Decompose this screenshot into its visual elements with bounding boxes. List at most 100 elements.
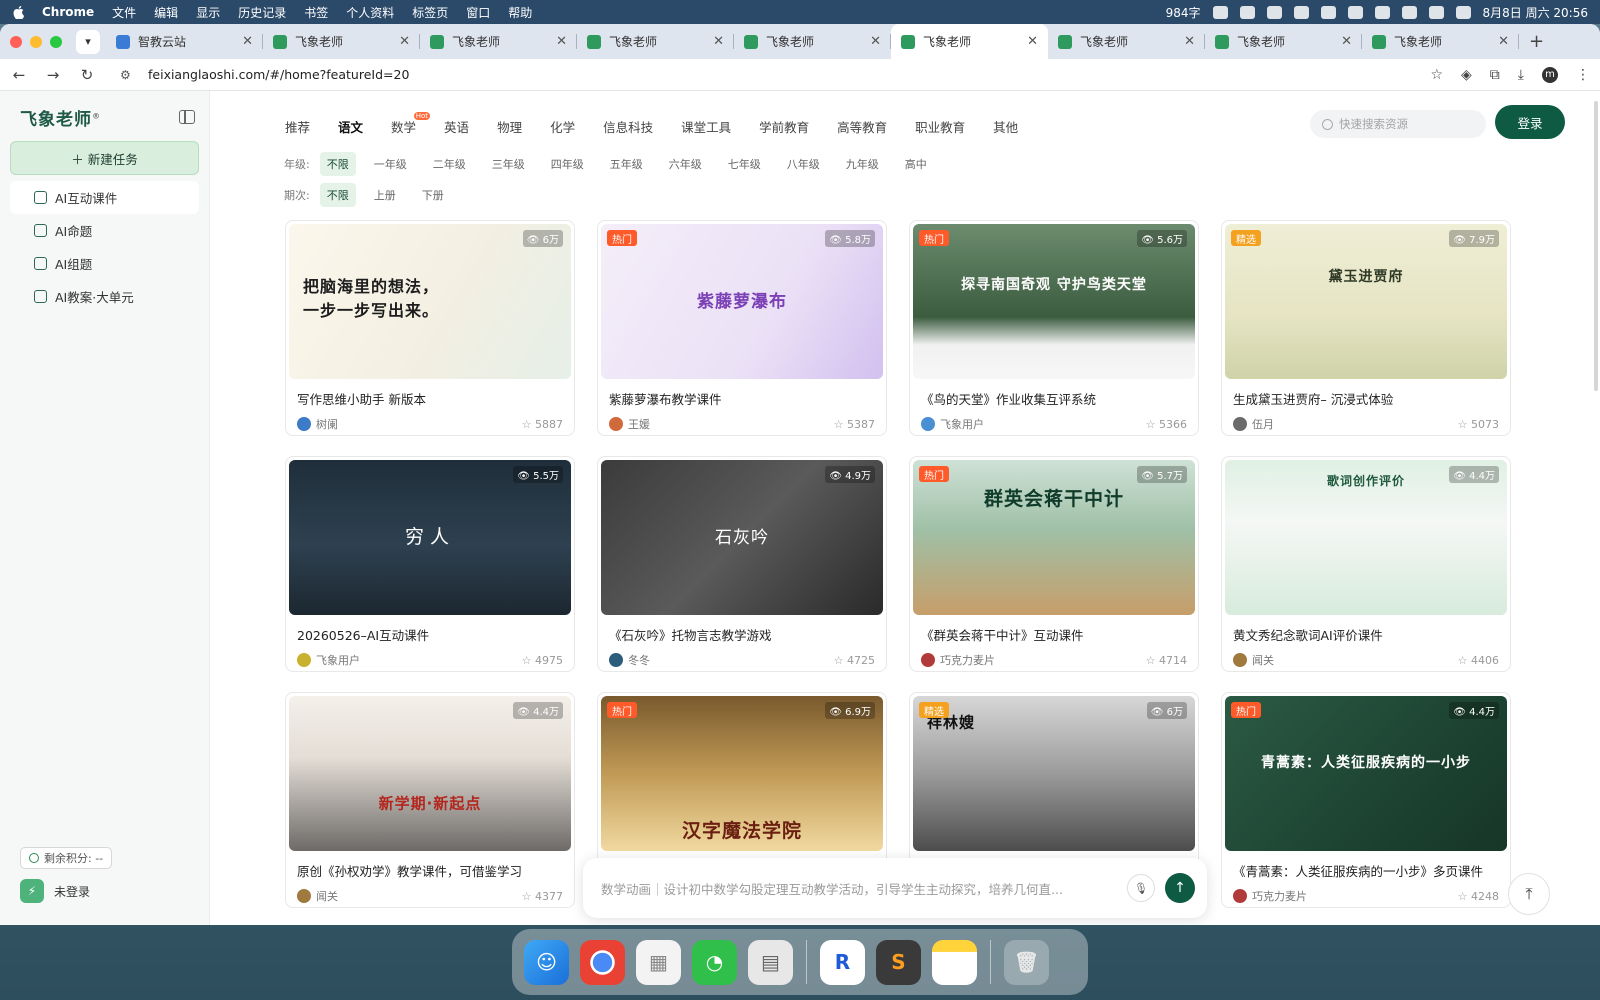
tab-math[interactable]: 数学 Hot <box>391 112 431 136</box>
card-thumbnail[interactable]: 探寻南国奇观 守护鸟类天堂 热门 👁 5.6万 <box>913 224 1195 379</box>
clock[interactable]: 8月8日 周六 20:56 <box>1483 4 1588 21</box>
card-title[interactable]: 《石灰吟》托物言志教学游戏 <box>609 625 875 644</box>
login-button[interactable]: 登录 <box>1495 105 1565 139</box>
wechat-status-icon[interactable] <box>1320 5 1336 19</box>
apple-logo-icon[interactable] <box>12 5 26 19</box>
forward-arrow-icon[interactable]: → <box>44 66 62 84</box>
card-thumbnail[interactable]: 紫藤萝瀑布 热门 👁 5.8万 <box>601 224 883 379</box>
tab-other[interactable]: 其他 <box>993 117 1018 136</box>
extensions-puzzle-icon[interactable]: ⧉ <box>1490 67 1500 83</box>
card-thumbnail[interactable]: 新学期·新起点 👁 4.4万 <box>289 696 571 851</box>
menu-window[interactable]: 窗口 <box>466 4 490 21</box>
card-author[interactable]: 树阑 <box>316 416 522 432</box>
menu-tabs[interactable]: 标签页 <box>412 4 448 21</box>
minimize-window-button[interactable] <box>30 35 42 48</box>
card-title[interactable]: 《青蒿素：人类征服疾病的一小步》多页课件 <box>1233 861 1499 880</box>
favorite-count[interactable]: ☆ 4377 <box>522 890 563 903</box>
courseware-card[interactable]: 群英会蒋干中计 热门 👁 5.7万 《群英会蒋干中计》互动课件 巧克力麦片 ☆ 4… <box>909 456 1199 672</box>
menu-history[interactable]: 历史记录 <box>238 4 286 21</box>
favorite-count[interactable]: ☆ 5887 <box>522 418 563 431</box>
tab-close-icon[interactable]: ✕ <box>1498 34 1509 49</box>
close-window-button[interactable] <box>10 35 22 48</box>
card-author[interactable]: 闻关 <box>1252 652 1458 668</box>
back-to-top-icon[interactable]: ⤒ <box>1508 873 1550 915</box>
browser-tab[interactable]: 智教云站 ✕ <box>106 24 263 59</box>
card-author[interactable]: 巧克力麦片 <box>1252 888 1458 904</box>
browser-tab-active[interactable]: 飞象老师 ✕ <box>891 24 1048 59</box>
spotlight-search-icon[interactable] <box>1428 5 1444 19</box>
microphone-icon[interactable]: 🎙 <box>1127 874 1155 902</box>
site-logo[interactable]: 飞象老师® <box>20 105 101 130</box>
tools-status-icon[interactable] <box>1293 5 1309 19</box>
wifi-icon[interactable] <box>1401 5 1417 19</box>
browser-tab[interactable]: 飞象老师 ✕ <box>1205 24 1362 59</box>
tab-close-icon[interactable]: ✕ <box>1184 34 1195 49</box>
sidebar-item-ai-lesson-plan[interactable]: AI教案·大单元 <box>10 280 199 313</box>
back-arrow-icon[interactable]: ← <box>10 66 28 84</box>
tab-close-icon[interactable]: ✕ <box>1027 34 1038 49</box>
grade-option[interactable]: 高中 <box>905 156 927 172</box>
courseware-card[interactable]: 把脑海里的想法，一步一步写出来。 👁 6万 写作思维小助手 新版本 树阑 ☆ 58… <box>285 220 575 436</box>
grade-option[interactable]: 九年级 <box>846 156 879 172</box>
sync-status-icon[interactable] <box>1347 5 1363 19</box>
courseware-card[interactable]: 穷人 👁 5.5万 20260526–AI互动课件 飞象用户 ☆ 4975 <box>285 456 575 672</box>
menu-edit[interactable]: 编辑 <box>154 4 178 21</box>
grade-option[interactable]: 八年级 <box>787 156 820 172</box>
tab-close-icon[interactable]: ✕ <box>1341 34 1352 49</box>
card-thumbnail[interactable]: 歌词创作评价 👁 4.4万 <box>1225 460 1507 615</box>
card-title[interactable]: 原创《孙权劝学》教学课件，可借鉴学习 <box>297 861 563 880</box>
grade-option[interactable]: 三年级 <box>492 156 525 172</box>
card-thumbnail[interactable]: 穷人 👁 5.5万 <box>289 460 571 615</box>
sidebar-item-ai-assemble[interactable]: AI组题 <box>10 247 199 280</box>
card-author[interactable]: 巧克力麦片 <box>940 652 1146 668</box>
card-author[interactable]: 飞象用户 <box>940 416 1146 432</box>
card-title[interactable]: 《群英会蒋干中计》互动课件 <box>921 625 1187 644</box>
page-scrollbar[interactable] <box>1594 101 1598 391</box>
zoom-window-button[interactable] <box>50 35 62 48</box>
favorite-count[interactable]: ☆ 4725 <box>834 654 875 667</box>
tab-search-chevron-icon[interactable]: ▾ <box>76 29 100 54</box>
new-task-button[interactable]: ＋ 新建任务 <box>10 141 199 175</box>
card-thumbnail[interactable]: 黛玉进贾府 精选 👁 7.9万 <box>1225 224 1507 379</box>
tab-close-icon[interactable]: ✕ <box>399 34 410 49</box>
new-tab-plus-icon[interactable]: + <box>1529 31 1544 52</box>
card-author[interactable]: 伍月 <box>1252 416 1458 432</box>
favorite-count[interactable]: ☆ 4248 <box>1458 890 1499 903</box>
card-title[interactable]: 生成黛玉进贾府– 沉浸式体验 <box>1233 389 1499 408</box>
launchpad-icon[interactable]: ▦ <box>636 939 681 985</box>
term-option[interactable]: 不限 <box>319 183 356 207</box>
address-url[interactable]: feixianglaoshi.com/#/home?featureId=20 <box>148 67 409 82</box>
favorite-count[interactable]: ☆ 5387 <box>834 418 875 431</box>
tab-english[interactable]: 英语 <box>444 117 469 136</box>
grade-option[interactable]: 五年级 <box>610 156 643 172</box>
courseware-card[interactable]: 探寻南国奇观 守护鸟类天堂 热门 👁 5.6万 《鸟的天堂》作业收集互评系统 飞… <box>909 220 1199 436</box>
courseware-card[interactable]: 歌词创作评价 👁 4.4万 黄文秀纪念歌词AI评价课件 闻关 ☆ 4406 <box>1221 456 1511 672</box>
favorite-count[interactable]: ☆ 4975 <box>522 654 563 667</box>
preview-icon[interactable]: ▤ <box>748 939 793 985</box>
notes-icon[interactable] <box>932 939 977 985</box>
prompt-input[interactable]: 数学动画｜设计初中数学勾股定理互动教学活动，引导学生主动探究，培养几何直... <box>601 879 1117 898</box>
address-bar[interactable]: ⚙ feixianglaoshi.com/#/home?featureId=20 <box>112 61 1415 88</box>
browser-tab[interactable]: 飞象老师 ✕ <box>420 24 577 59</box>
card-author[interactable]: 王媛 <box>628 416 834 432</box>
card-title[interactable]: 《鸟的天堂》作业收集互评系统 <box>921 389 1187 408</box>
send-arrow-icon[interactable]: ↑ <box>1165 873 1195 903</box>
tab-chinese[interactable]: 语文 <box>338 117 363 136</box>
tab-higher-edu[interactable]: 高等教育 <box>837 117 887 136</box>
sublime-text-icon[interactable]: S <box>876 939 921 985</box>
card-author[interactable]: 闻关 <box>316 888 522 904</box>
tab-recommend[interactable]: 推荐 <box>285 117 310 136</box>
card-thumbnail[interactable]: 群英会蒋干中计 热门 👁 5.7万 <box>913 460 1195 615</box>
more-menu-icon[interactable]: ⋮ <box>1576 67 1590 83</box>
battery-icon[interactable] <box>1374 5 1390 19</box>
grade-option[interactable]: 二年级 <box>433 156 466 172</box>
favorite-count[interactable]: ☆ 4406 <box>1458 654 1499 667</box>
term-option[interactable]: 上册 <box>374 187 396 203</box>
emoji-icon[interactable] <box>1212 5 1228 19</box>
site-info-icon[interactable]: ⚙ <box>120 68 136 82</box>
tab-close-icon[interactable]: ✕ <box>242 34 253 49</box>
collapse-sidebar-icon[interactable] <box>179 110 195 124</box>
download-icon[interactable]: ⤓ <box>1518 67 1524 83</box>
sidebar-item-ai-question[interactable]: AI命题 <box>10 214 199 247</box>
extension-icon[interactable]: ◈ <box>1461 67 1472 83</box>
